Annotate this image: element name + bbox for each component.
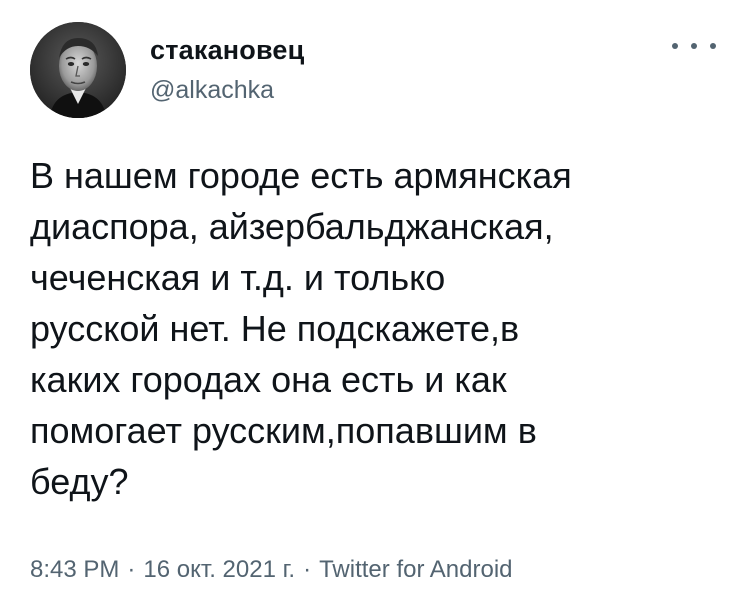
- profile-photo-icon: [30, 22, 126, 118]
- tweet-date[interactable]: 16 окт. 2021 г.: [143, 556, 295, 583]
- meta-separator: ·: [127, 556, 136, 583]
- tweet-text: В нашем городе есть армянская диаспора, …: [30, 150, 720, 507]
- tweet-source-link[interactable]: Twitter for Android: [319, 556, 512, 583]
- tweet-card: стакановец @alkachka В нашем городе есть…: [0, 0, 750, 612]
- dot: [672, 43, 678, 49]
- author-handle[interactable]: @alkachka: [150, 76, 274, 105]
- author-display-name[interactable]: стакановец: [150, 35, 304, 66]
- tweet-text-line: каких городах она есть и как: [30, 359, 507, 400]
- tweet-text-line: помогает русским,попавшим в: [30, 410, 537, 451]
- tweet-text-line: В нашем городе есть армянская: [30, 155, 572, 196]
- tweet-text-line: беду?: [30, 461, 129, 502]
- meta-separator: ·: [303, 556, 312, 583]
- more-options-icon[interactable]: [672, 36, 716, 56]
- tweet-text-line: диаспора, айзербальджанская,: [30, 206, 554, 247]
- tweet-text-line: русской нет. Не подскажете,в: [30, 308, 520, 349]
- avatar[interactable]: [30, 22, 126, 118]
- tweet-time[interactable]: 8:43 PM: [30, 556, 119, 583]
- dot: [710, 43, 716, 49]
- dot: [691, 43, 697, 49]
- tweet-text-line: чеченская и т.д. и только: [30, 257, 446, 298]
- tweet-metadata: 8:43 PM · 16 окт. 2021 г. · Twitter for Andr…: [30, 556, 513, 584]
